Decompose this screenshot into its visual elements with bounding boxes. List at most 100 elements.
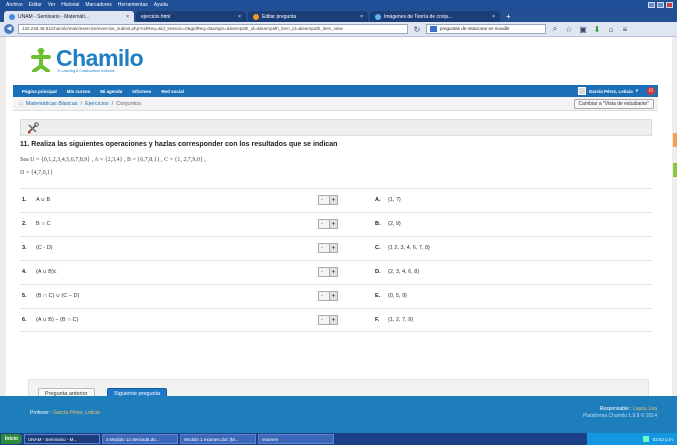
tab-imagenes[interactable]: Imágenes de Teoría de conju... × bbox=[370, 11, 500, 22]
chevron-down-icon: ▼ bbox=[329, 316, 337, 324]
chamilo-logo[interactable]: Chamilo bbox=[28, 45, 144, 72]
answer-select[interactable]: - ▼ bbox=[318, 315, 338, 325]
user-menu[interactable]: García Pérez, Leticia ▾ bbox=[577, 85, 638, 97]
tray-icon[interactable] bbox=[642, 436, 649, 442]
main-nav: Página principal Mis cursos Mi agenda In… bbox=[13, 85, 658, 97]
logo-tagline: E-Learning & Collaboration Software bbox=[58, 69, 115, 73]
option-value: {0, 5, 9} bbox=[388, 293, 407, 299]
teacher-name[interactable]: García Pérez, Leticia bbox=[53, 410, 100, 416]
tab-label: ejercicio.html bbox=[141, 13, 171, 20]
operation-label: A ∪ B bbox=[36, 197, 51, 203]
answer-select[interactable]: - ▼ bbox=[318, 195, 338, 205]
close-tab-icon[interactable]: × bbox=[492, 14, 495, 20]
answer-select[interactable]: - ▼ bbox=[318, 267, 338, 277]
select-value: - bbox=[321, 197, 323, 203]
taskbar-item-word-2[interactable]: Modulo 1 examen.doc [M... bbox=[180, 434, 257, 444]
clipboard-icon[interactable]: ▣ bbox=[578, 25, 588, 34]
close-tab-icon[interactable]: × bbox=[126, 14, 129, 20]
row-number: 4. bbox=[22, 269, 27, 275]
home-icon[interactable]: ⌂ bbox=[19, 101, 23, 107]
question-description: Sea U = {0,1,2,3,4,5,6,7,8,9} , A = {2,3… bbox=[20, 157, 206, 163]
tools-icon[interactable] bbox=[27, 122, 39, 134]
table-row: 6. (A ∪ B) − (B ∩ C) - ▼ F. {1, 2, 7, 9} bbox=[20, 308, 652, 332]
logout-icon[interactable]: ⏻ bbox=[647, 87, 655, 95]
side-tab-green[interactable] bbox=[673, 163, 677, 177]
option-value: {1, 7} bbox=[388, 197, 401, 203]
close-tab-icon[interactable]: × bbox=[360, 14, 363, 20]
user-name: García Pérez, Leticia bbox=[588, 88, 633, 94]
menu-ayuda[interactable]: Ayuda bbox=[154, 2, 168, 8]
close-tab-icon[interactable]: × bbox=[238, 14, 241, 20]
chevron-down-icon: ▾ bbox=[635, 88, 638, 93]
menu-editar[interactable]: Editar bbox=[29, 2, 42, 8]
tab-editar-pregunta[interactable]: Editar pregunta × bbox=[248, 11, 368, 22]
download-icon[interactable]: ⬇ bbox=[592, 25, 602, 34]
new-tab-button[interactable]: + bbox=[502, 11, 515, 22]
breadcrumb-current: Conjuntos bbox=[116, 100, 141, 107]
side-tab-orange[interactable] bbox=[673, 133, 677, 147]
star-icon[interactable]: ☆ bbox=[564, 25, 574, 34]
globe-icon bbox=[9, 13, 15, 20]
responsible-label: Responsable : bbox=[599, 406, 632, 412]
nav-my-courses[interactable]: Mis cursos bbox=[62, 89, 96, 94]
question-title: 11. Realiza las siguientes operaciones y… bbox=[20, 141, 338, 148]
question-description: D = {4,7,0,1} bbox=[20, 170, 53, 176]
platform-version: Plataforma Chamilo 1.9.8 © 2014 bbox=[582, 413, 657, 419]
breadcrumb-course[interactable]: Matemáticas Básicas bbox=[26, 101, 78, 107]
tab-ejercicio[interactable]: ejercicio.html × bbox=[136, 11, 246, 22]
answer-select[interactable]: - ▼ bbox=[318, 243, 338, 253]
search-input[interactable]: preguntas de relacionar en moodle bbox=[426, 24, 546, 34]
operation-label: (B ∩ C) ∪ (C − D) bbox=[36, 293, 80, 299]
search-engine-icon bbox=[430, 26, 437, 32]
tab-unam-seminario[interactable]: UNAM - Seminario - Matemáti... × bbox=[4, 11, 134, 22]
back-arrow-icon[interactable]: ◀ bbox=[4, 24, 14, 34]
moodle-icon bbox=[253, 13, 259, 20]
chevron-down-icon: ▼ bbox=[329, 196, 337, 204]
nav-home[interactable]: Página principal bbox=[17, 89, 62, 94]
menu-ver[interactable]: Ver bbox=[48, 2, 56, 8]
maximize-button[interactable] bbox=[657, 1, 664, 8]
answer-select[interactable]: - ▼ bbox=[318, 291, 338, 301]
taskbar-item-firefox[interactable]: UNAM - Seminario - M... bbox=[24, 434, 101, 444]
responsible-name[interactable]: Laura, Lira bbox=[633, 406, 657, 412]
taskbar-item-word-1[interactable]: a Modulo 12 derivada.do... bbox=[102, 434, 179, 444]
exercise-toolbar bbox=[20, 119, 652, 136]
address-bar[interactable]: 132.248.48.81/chamilo/main/exercice/exer… bbox=[18, 24, 408, 34]
start-button[interactable]: Inicio bbox=[1, 434, 23, 444]
chevron-down-icon: ▼ bbox=[329, 244, 337, 252]
google-icon bbox=[375, 13, 381, 20]
nav-reports[interactable]: Informes bbox=[127, 89, 156, 94]
option-letter: D. bbox=[375, 269, 381, 275]
close-window-button[interactable] bbox=[666, 1, 673, 8]
minimize-button[interactable] bbox=[648, 1, 655, 8]
system-tray: 02:52 p.m. bbox=[587, 433, 677, 445]
home-icon[interactable]: ⌂ bbox=[606, 25, 616, 34]
option-letter: C. bbox=[375, 245, 381, 251]
nav-agenda[interactable]: Mi agenda bbox=[95, 89, 127, 94]
table-row: 5. (B ∩ C) ∪ (C − D) - ▼ E. {0, 5, 9} bbox=[20, 284, 652, 308]
menu-historial[interactable]: Historial bbox=[61, 2, 79, 8]
student-view-button[interactable]: Cambiar a "Vista de estudiante" bbox=[573, 99, 654, 109]
search-icon[interactable]: ⌕ bbox=[550, 24, 560, 34]
taskbar-item-folder[interactable]: examen bbox=[258, 434, 335, 444]
operation-label: (A ∪ B) − (B ∩ C) bbox=[36, 317, 79, 323]
os-taskbar: Inicio UNAM - Seminario - M... a Modulo … bbox=[0, 433, 677, 445]
menu-marcadores[interactable]: Marcadores bbox=[85, 2, 111, 8]
tab-label: Editar pregunta bbox=[262, 13, 297, 20]
breadcrumb: ⌂ Matemáticas Básicas / Ejercicios / Con… bbox=[13, 97, 658, 111]
reload-icon[interactable]: ↻ bbox=[412, 25, 422, 34]
select-value: - bbox=[321, 269, 323, 275]
breadcrumb-exercises[interactable]: Ejercicios bbox=[85, 101, 109, 107]
row-number: 1. bbox=[22, 197, 27, 203]
row-number: 2. bbox=[22, 221, 27, 227]
operation-label: (C - D) bbox=[36, 245, 53, 251]
answer-select[interactable]: - ▼ bbox=[318, 219, 338, 229]
row-number: 5. bbox=[22, 293, 27, 299]
menu-archivo[interactable]: Archivo bbox=[6, 2, 23, 8]
menu-icon[interactable]: ≡ bbox=[620, 25, 630, 34]
navigation-bar: ◀ 132.248.48.81/chamilo/main/exercice/ex… bbox=[0, 22, 677, 37]
chevron-down-icon: ▼ bbox=[329, 268, 337, 276]
chamilo-logo-icon bbox=[31, 47, 51, 72]
menu-herramientas[interactable]: Herramientas bbox=[118, 2, 148, 8]
nav-social[interactable]: Red social bbox=[156, 89, 189, 94]
